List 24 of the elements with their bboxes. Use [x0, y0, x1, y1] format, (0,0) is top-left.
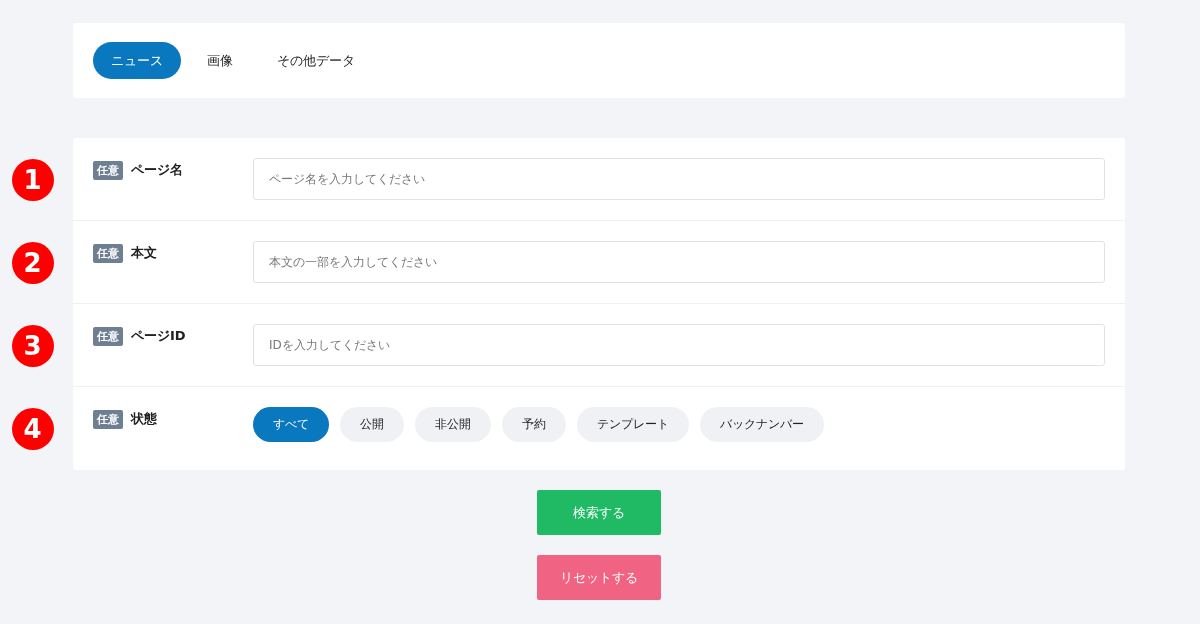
field-label: 状態: [131, 410, 157, 428]
status-option[interactable]: バックナンバー: [700, 407, 824, 442]
field-label: ページID: [131, 327, 186, 345]
optional-badge: 任意: [93, 244, 123, 263]
status-option[interactable]: 非公開: [415, 407, 491, 442]
input-field[interactable]: ページ名を入力してください: [253, 158, 1105, 200]
tab[interactable]: その他データ: [259, 42, 373, 79]
status-option[interactable]: 公開: [340, 407, 404, 442]
optional-badge: 任意: [93, 410, 123, 429]
optional-badge: 任意: [93, 161, 123, 180]
optional-badge: 任意: [93, 327, 123, 346]
tab[interactable]: 画像: [189, 42, 251, 79]
number-marker: 1: [11, 159, 54, 201]
input-field[interactable]: 本文の一部を入力してください: [253, 241, 1105, 283]
tab[interactable]: ニュース: [93, 42, 181, 79]
field-label: 本文: [131, 244, 157, 262]
number-marker: 2: [11, 242, 54, 284]
number-marker: 4: [11, 408, 54, 450]
input-field[interactable]: IDを入力してください: [253, 324, 1105, 366]
number-marker: 3: [11, 325, 54, 367]
status-option[interactable]: すべて: [253, 407, 329, 442]
status-option[interactable]: 予約: [502, 407, 566, 442]
status-option[interactable]: テンプレート: [577, 407, 689, 442]
field-label: ページ名: [131, 161, 183, 179]
